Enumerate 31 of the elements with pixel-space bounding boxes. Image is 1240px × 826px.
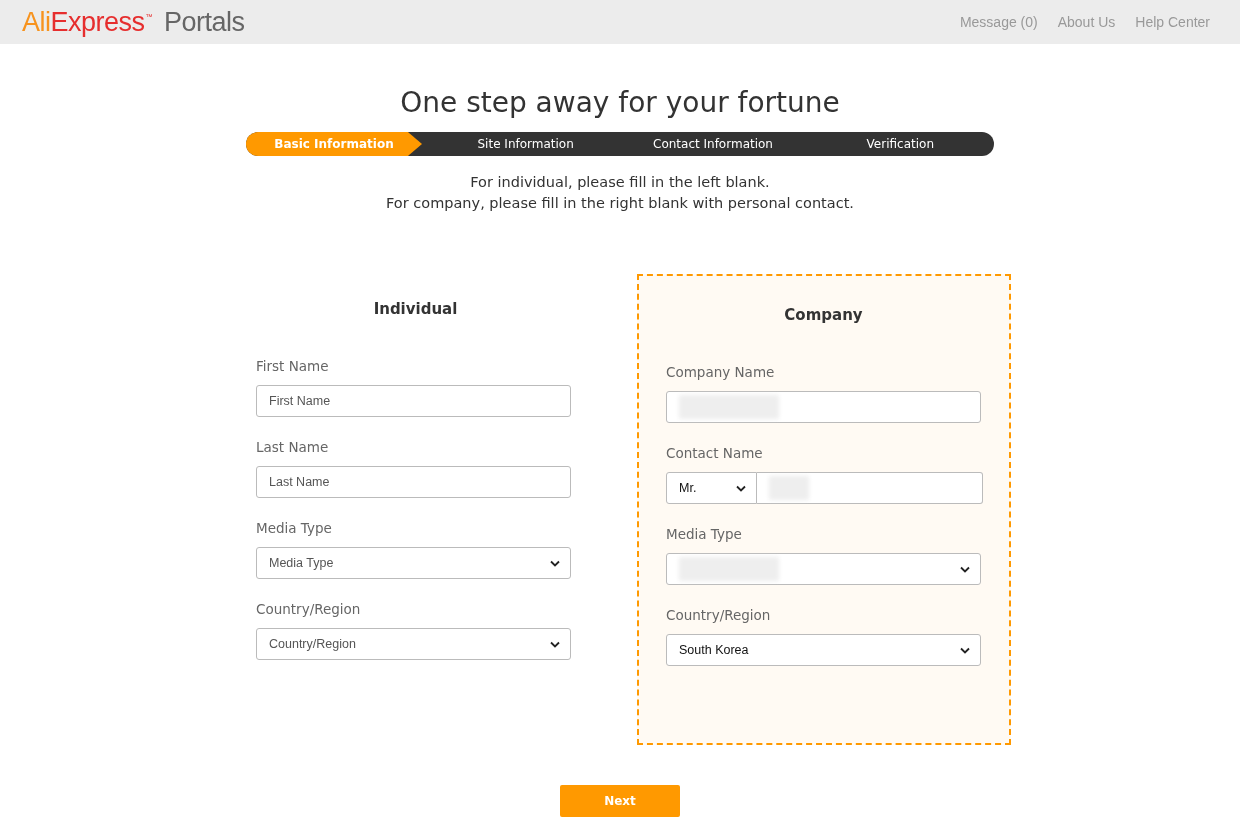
input-field[interactable]: First Name bbox=[256, 385, 571, 417]
dropdown[interactable]: Country/Region bbox=[256, 628, 571, 660]
chevron-down-icon bbox=[550, 640, 560, 648]
input-field[interactable] bbox=[666, 391, 981, 423]
field-label: Country/Region bbox=[666, 607, 772, 623]
page-title: One step away for your fortune bbox=[399, 86, 841, 120]
field-label: Contact Name bbox=[666, 445, 764, 461]
input-field[interactable]: Last Name bbox=[256, 466, 571, 498]
field-label: Last Name bbox=[256, 439, 330, 455]
step-tab[interactable]: Site Information bbox=[432, 132, 620, 156]
panel-heading: Individual bbox=[372, 300, 459, 318]
field-label: Country/Region bbox=[256, 601, 362, 617]
chevron-down-icon bbox=[736, 484, 746, 492]
panel-heading: Company bbox=[783, 306, 864, 324]
instruction-text: For company, please fill in the right blank with personal contact. bbox=[385, 194, 855, 213]
field-label: Company Name bbox=[666, 364, 776, 380]
chevron-down-icon bbox=[550, 559, 560, 567]
field-label: Media Type bbox=[666, 526, 743, 542]
step-tab[interactable]: Contact Information bbox=[619, 132, 807, 156]
step-tab[interactable]: Verification bbox=[806, 132, 994, 156]
instruction-text: For individual, please fill in the left blank. bbox=[469, 173, 771, 192]
logo[interactable]: AliExpress$^{™}$ Portals bbox=[22, 6, 245, 38]
dropdown[interactable]: Media Type bbox=[256, 547, 571, 579]
input-field[interactable] bbox=[757, 472, 983, 504]
chevron-down-icon bbox=[960, 565, 970, 573]
dropdown[interactable] bbox=[666, 553, 981, 585]
chevron-down-icon bbox=[960, 646, 970, 654]
field-label: First Name bbox=[256, 358, 330, 374]
salutation-dropdown[interactable]: Mr. bbox=[666, 472, 757, 504]
dropdown[interactable]: South Korea bbox=[666, 634, 981, 666]
field-label: Media Type bbox=[256, 520, 333, 536]
